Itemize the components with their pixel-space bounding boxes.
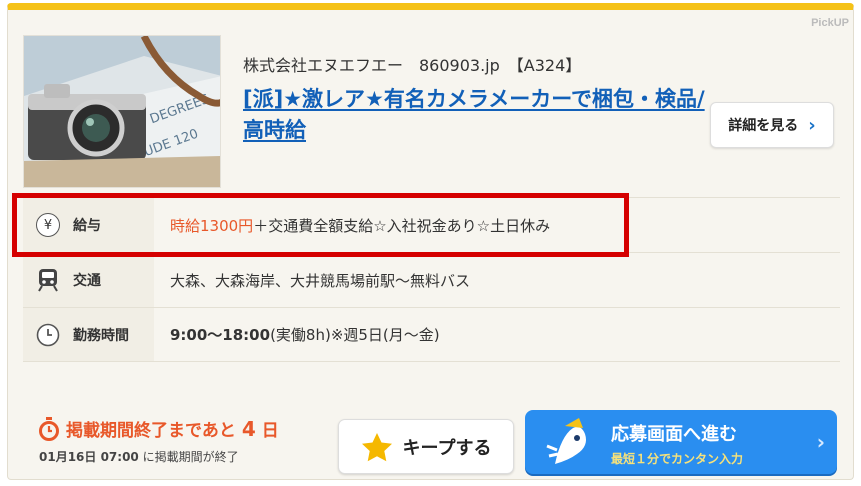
- keep-button[interactable]: キープする: [338, 419, 514, 474]
- detail-button[interactable]: 詳細を見る ›: [710, 102, 834, 148]
- access-value: 大森、大森海岸、大井競馬場前駅～無料バス: [170, 271, 471, 290]
- access-label: 交通: [73, 273, 101, 289]
- access-row-header: 交通: [23, 253, 154, 307]
- deadline-date: 01月16日 07:00: [39, 450, 139, 464]
- access-row: 交通 大森、大森海岸、大井競馬場前駅～無料バス: [23, 252, 840, 307]
- hours-value: 9:00～18:00(実働8h)※週5日(月～金): [154, 324, 440, 345]
- train-icon: [35, 267, 61, 293]
- job-title-link[interactable]: [派]★激レア★有名カメラメーカーで梱包・検品/高時給: [243, 84, 708, 146]
- deadline-date-line: 01月16日 07:00 に掲載期間が終了: [39, 448, 239, 465]
- deadline-notice: 掲載期間終了まであと 4 日: [38, 416, 279, 441]
- hours-row-header: 勤務時間: [23, 308, 154, 361]
- deadline-suffix: に掲載期間が終了: [142, 450, 239, 464]
- hours-details: (実働8h)※週5日(月～金): [270, 326, 440, 344]
- hours-row: 勤務時間 9:00～18:00(実働8h)※週5日(月～金): [23, 307, 840, 362]
- keep-button-label: キープする: [402, 437, 492, 459]
- apply-button-label: 応募画面へ進む: [611, 424, 737, 445]
- chevron-right-icon: ›: [816, 430, 825, 454]
- apply-button-sublabel: 最短１分でカンタン入力: [611, 452, 744, 466]
- apply-button[interactable]: 応募画面へ進む 最短１分でカンタン入力 ›: [525, 410, 837, 474]
- company-line: 株式会社エヌエフエー 860903.jp 【A324】: [243, 56, 582, 75]
- hours-label: 勤務時間: [73, 327, 129, 344]
- pickup-label: PickUP: [811, 17, 849, 29]
- hours-time: 9:00～18:00: [170, 326, 271, 344]
- mascot-icon: [546, 418, 586, 464]
- detail-button-label: 詳細を見る: [728, 118, 799, 134]
- clock-icon: [35, 322, 61, 348]
- deadline-unit: 日: [261, 421, 279, 441]
- salary-highlight-frame: [12, 193, 629, 257]
- chevron-right-icon: ›: [808, 114, 816, 136]
- job-photo[interactable]: DEGREES UDE 120: [23, 35, 221, 188]
- timer-icon: [39, 416, 59, 441]
- deadline-text: 掲載期間終了まであと: [66, 421, 236, 441]
- star-icon: [361, 432, 392, 461]
- deadline-days: 4: [241, 416, 256, 441]
